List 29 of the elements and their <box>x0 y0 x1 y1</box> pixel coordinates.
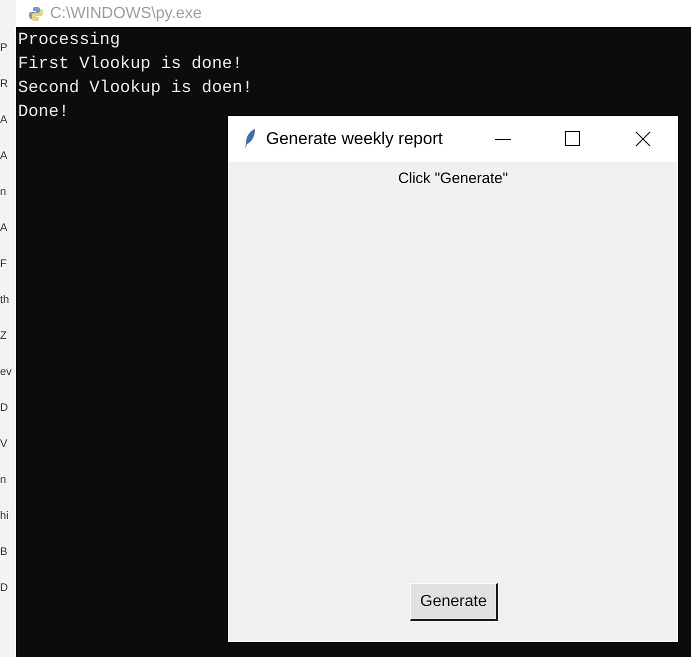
console-line: First Vlookup is done! <box>18 54 242 76</box>
minimize-icon <box>495 138 511 140</box>
background-text: n <box>0 473 8 488</box>
python-icon <box>28 6 44 22</box>
window-title: Generate weekly report <box>266 129 444 149</box>
background-text: n <box>0 185 8 200</box>
background-text: ev <box>0 365 13 380</box>
background-text: A <box>0 221 8 236</box>
background-text: F <box>0 257 8 272</box>
console-line: Second Vlookup is doen! <box>18 78 253 100</box>
background-text: D <box>0 581 9 596</box>
maximize-icon <box>565 131 581 147</box>
console-line: Processing <box>18 30 120 52</box>
background-text: A <box>0 149 8 164</box>
close-icon <box>635 131 651 147</box>
console-line: Done! <box>18 102 70 124</box>
background-text: R <box>0 77 9 92</box>
background-text: B <box>0 545 8 560</box>
background-text: th <box>0 293 10 308</box>
background-text: P <box>0 41 8 56</box>
background-text: A <box>0 113 8 128</box>
feather-icon <box>244 128 256 150</box>
background-text: V <box>0 437 8 452</box>
background-text: Z <box>0 329 8 344</box>
background-text: D <box>0 401 9 416</box>
background-text: hi <box>0 509 10 524</box>
window-title: C:\WINDOWS\py.exe <box>50 4 202 22</box>
instruction-label: Click "Generate" <box>398 170 508 187</box>
generate-button[interactable]: Generate <box>410 583 498 621</box>
